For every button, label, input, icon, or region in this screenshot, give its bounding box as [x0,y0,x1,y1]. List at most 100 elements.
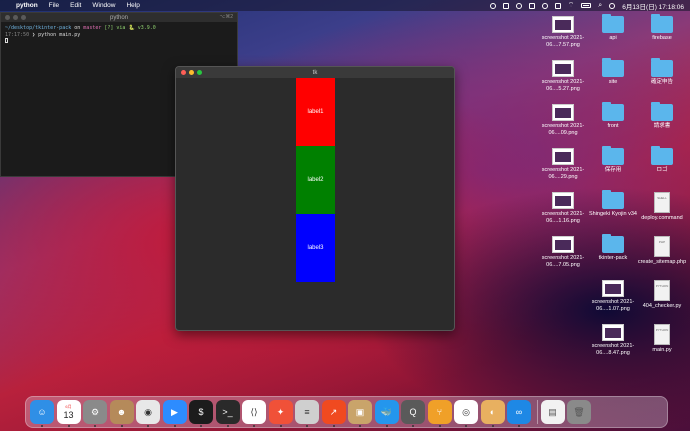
desktop-item[interactable]: PHP create_sitemap.php [634,236,690,266]
terminal-output[interactable]: ~/desktop/tkinter-pack on master [?] via… [1,22,237,48]
label2: label2 [296,146,335,214]
infinity-app-icon[interactable]: ∞ [507,400,531,427]
menu-file[interactable]: File [49,2,59,9]
terminal-cursor [5,38,8,43]
activity-app-icon[interactable]: ↗ [321,400,346,427]
desktop-item[interactable]: Shingeki Kyojin v34 [585,190,641,218]
desktop-item[interactable]: screenshot 2021-06....7.05.png [535,236,591,268]
swift-playgrounds-icon[interactable]: ✦ [268,400,293,427]
desktop-item[interactable]: front [585,102,641,130]
prompt-path: ~/desktop/tkinter-pack [5,25,72,31]
status-icon-2[interactable] [502,2,509,9]
prompt-time: 17:17:50 [5,31,30,38]
desktop-item-label: tkinter-pack [598,255,628,261]
desktop-item-label: 保存用 [604,167,622,173]
menu-window[interactable]: Window [92,2,115,9]
folder-icon [602,14,624,33]
pulse-icon[interactable]: ◎ [454,400,478,427]
label3: label3 [296,214,335,282]
menu-app-name[interactable]: python [16,2,38,9]
desktop-item-label: site [608,79,618,85]
desktop-item[interactable]: 請求書 [634,102,690,130]
folder-icon [651,14,673,33]
tk-title: tk [312,69,318,76]
desktop-item[interactable]: screenshot 2021-06....29.png [535,148,591,180]
desktop-item[interactable]: PYTHON 404_checker.py [634,280,690,310]
docker-icon[interactable]: 🐳 [374,400,399,427]
folder-icon [602,190,624,209]
folder-icon [651,58,673,77]
desktop-item-label: 請求書 [653,123,671,129]
vscode-icon[interactable]: ⟨⟩ [242,400,266,427]
zoom-icon[interactable]: ▶ [162,400,187,427]
package-icon[interactable]: ▣ [348,400,372,427]
terminal-icon[interactable]: >_ [215,400,240,427]
folder-icon [602,146,624,165]
document-icon: PYTHON [654,324,670,345]
desktop-item[interactable]: api [585,14,641,42]
terminal-titlebar[interactable]: python ⌥⌘2 [1,13,237,22]
desktop-item-label: api [609,35,617,41]
desktop-item[interactable]: screenshot 2021-06....1.07.png [585,280,641,312]
desktop-item[interactable]: PYTHON main.py [634,324,690,354]
label3-text: label3 [307,245,324,251]
status-icon-4[interactable] [528,2,535,9]
status-icon-6[interactable] [554,2,561,9]
desktop-item-label: screenshot 2021-06....7.57.png [541,35,585,48]
preview-icon[interactable]: ◐ [480,400,505,427]
contacts-icon[interactable]: ☻ [109,400,134,427]
tk-titlebar[interactable]: tk [176,67,454,78]
status-icon-5[interactable] [541,2,548,9]
desktop-item-label: front [607,123,619,129]
menu-help[interactable]: Help [126,2,139,9]
label1: label1 [296,78,335,146]
desktop-item[interactable]: screenshot 2021-06....1.16.png [535,192,591,224]
desktop-item[interactable]: tkinter-pack [585,234,641,262]
search-icon[interactable]: ⌕ [598,2,602,10]
desktop-item[interactable]: 保存用 [585,146,641,174]
sequel-ace-icon[interactable]: ≡ [295,400,319,427]
calendar-icon[interactable]: 6月 13 [56,400,81,427]
wifi-icon[interactable]: ⌔ [568,1,575,10]
document-icon: SHELL [654,192,670,213]
desktop-item[interactable]: SHELL deploy.command [634,192,690,222]
folder-icon [602,58,624,77]
desktop-item[interactable]: 確定申告 [634,58,690,86]
document-stack-icon[interactable]: ▤ [540,400,565,424]
status-icon-1[interactable] [489,2,496,9]
battery-icon[interactable] [581,3,592,8]
tk-window[interactable]: tk label1 label2 label3 [175,66,455,331]
finder-icon[interactable]: ☺ [30,400,54,427]
label1-text: label1 [307,109,324,115]
quicktime-icon[interactable]: Q [401,400,425,427]
desktop-item[interactable]: screenshot 2021-06....5.27.png [535,60,591,92]
desktop-item-label: main.py [652,347,672,353]
desktop-item[interactable]: screenshot 2021-06....7.57.png [535,16,591,48]
desktop-item[interactable]: screenshot 2021-06....09.png [535,104,591,136]
screenshot-thumbnail-icon [552,104,574,121]
menubar-clock[interactable]: 6月13日(日) 17:18:06 [622,1,684,11]
desktop-item-label: screenshot 2021-06....7.05.png [541,255,585,268]
desktop-item-label: 確定申告 [650,79,673,85]
desktop-item[interactable]: firebase [634,14,690,42]
screenshot-thumbnail-icon [602,324,624,341]
status-icon-3[interactable] [515,2,522,9]
sourcetree-icon[interactable]: ⑂ [427,400,452,427]
screenshot-thumbnail-icon [552,192,574,209]
desktop-item[interactable]: screenshot 2021-06....8.47.png [585,324,641,356]
chrome-icon[interactable]: ◉ [136,400,160,427]
desktop-item-label: deploy.command [641,215,683,221]
prompt-rest: [?] via 🐍 v3.9.0 [104,25,156,31]
control-center-icon[interactable] [609,2,616,9]
menu-edit[interactable]: Edit [70,2,81,9]
desktop-item[interactable]: ロゴ [634,146,690,174]
folder-icon [651,146,673,165]
desktop-item[interactable]: site [585,58,641,86]
desktop-item-label: ロゴ [656,167,668,173]
screenshot-thumbnail-icon [552,236,574,253]
terminal-shortcut: ⌥⌘2 [219,14,233,20]
system-preferences-icon[interactable]: ⚙ [83,400,107,427]
trash-icon[interactable]: 🗑 [567,400,591,424]
iterm-icon[interactable]: $ [189,400,213,427]
document-icon: PYTHON [654,280,670,301]
